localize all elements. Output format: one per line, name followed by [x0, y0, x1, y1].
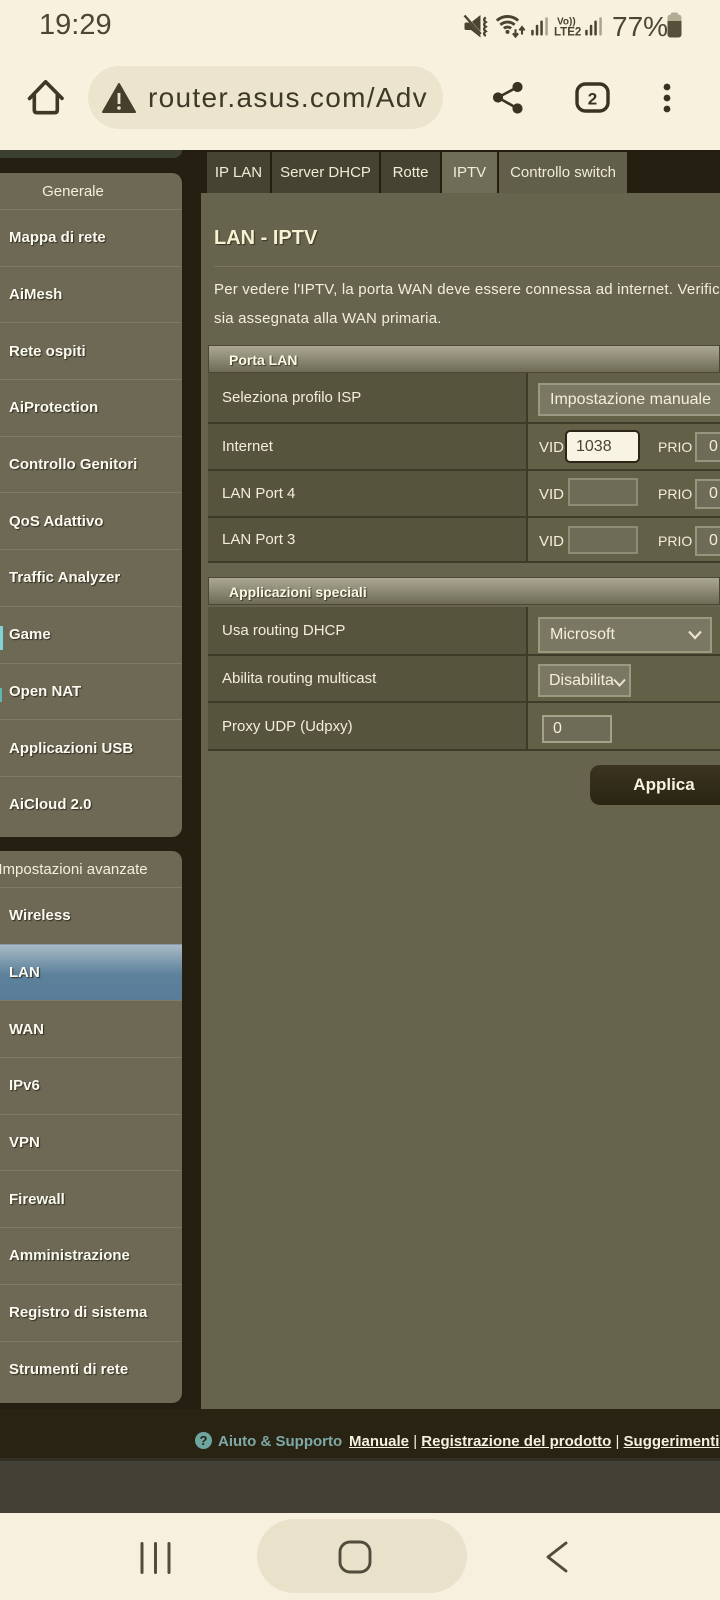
svg-text:2: 2: [588, 90, 597, 109]
svg-text:LTE2: LTE2: [554, 26, 581, 38]
